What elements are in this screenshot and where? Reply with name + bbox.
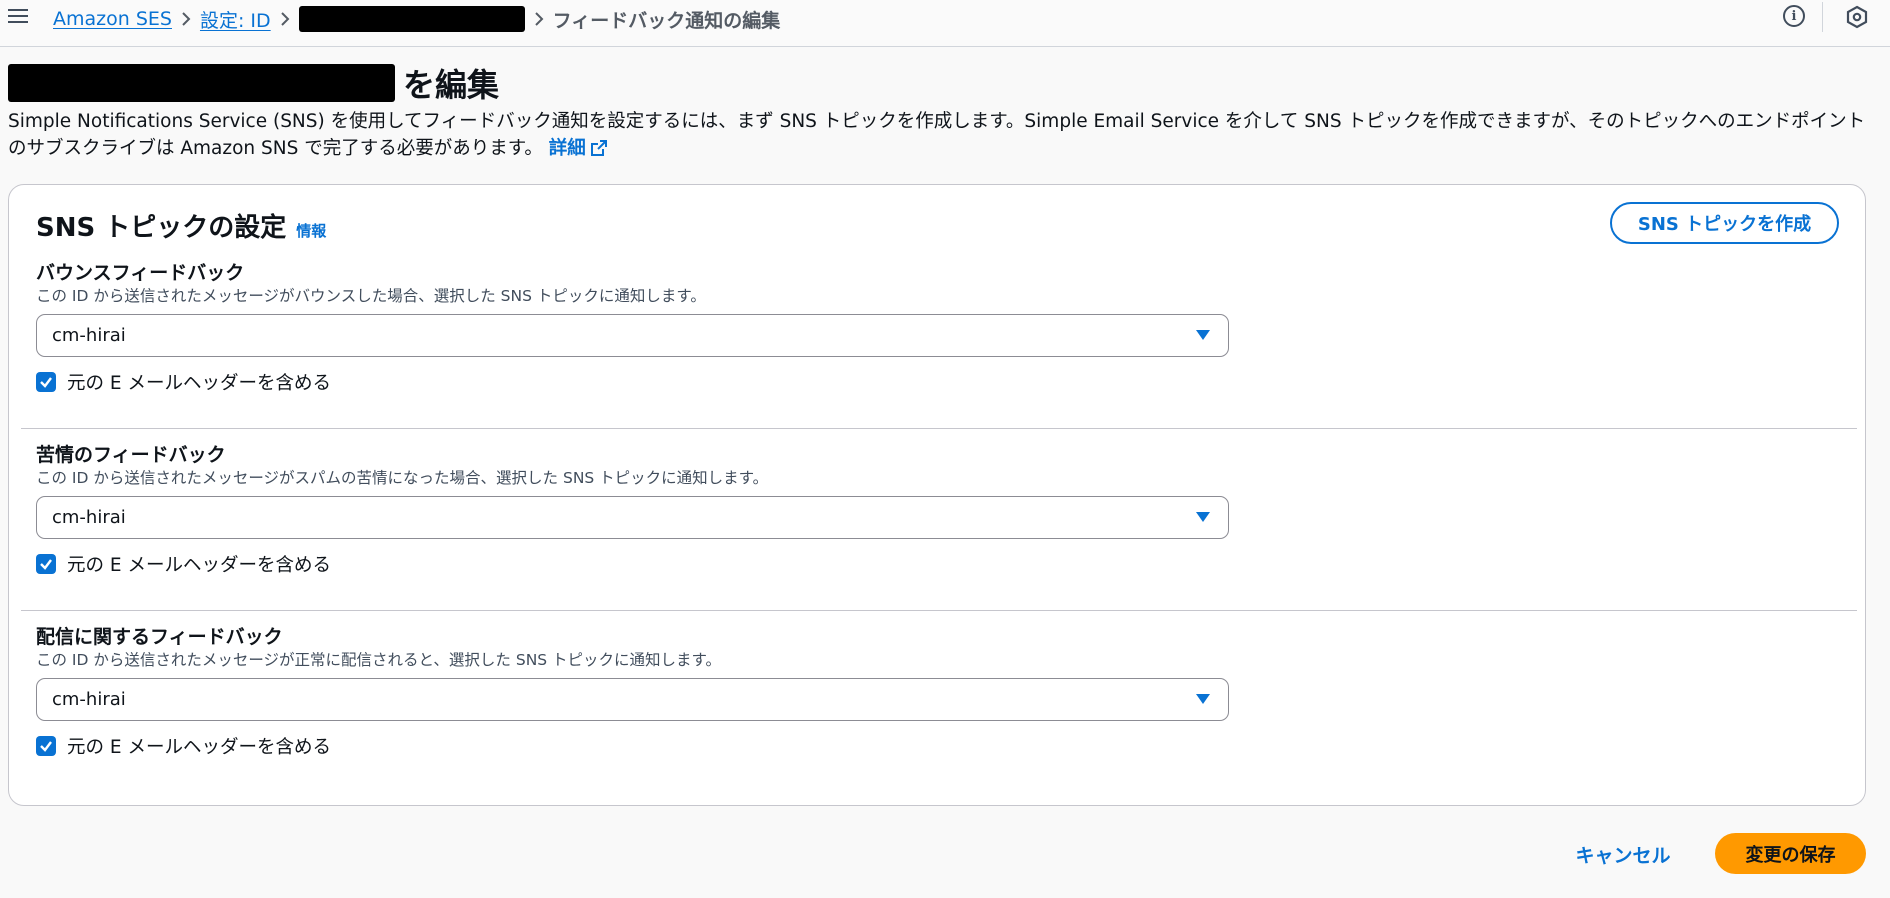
- info-link[interactable]: 情報: [296, 220, 326, 241]
- bounce-feedback-section: バウンスフィードバック この ID から送信されたメッセージがバウンスした場合、…: [36, 261, 1836, 394]
- bounce-include-headers-label: 元の E メールヘッダーを含める: [67, 373, 331, 394]
- section-divider: [21, 610, 1857, 611]
- complaint-include-headers-label: 元の E メールヘッダーを含める: [67, 555, 331, 576]
- breadcrumb-amazon-ses[interactable]: Amazon SES: [53, 8, 172, 30]
- complaint-topic-select[interactable]: cm-hirai: [36, 496, 1229, 539]
- caret-down-icon: [1196, 694, 1210, 704]
- bounce-feedback-description: この ID から送信されたメッセージがバウンスした場合、選択した SNS トピッ…: [36, 287, 706, 305]
- checkbox-checked-icon[interactable]: [36, 372, 56, 392]
- complaint-feedback-label: 苦情のフィードバック: [36, 444, 226, 466]
- divider: [1822, 2, 1823, 32]
- delivery-topic-select[interactable]: cm-hirai: [36, 678, 1229, 721]
- settings-hexagon-icon[interactable]: [1845, 5, 1869, 29]
- chevron-right-icon: [172, 12, 200, 26]
- chevron-right-icon: [525, 12, 553, 26]
- page-title-text: を編集: [403, 66, 500, 104]
- delivery-feedback-label: 配信に関するフィードバック: [36, 626, 283, 648]
- card-title: SNS トピックの設定: [36, 213, 287, 243]
- bounce-topic-value: cm-hirai: [52, 325, 126, 346]
- complaint-feedback-section: 苦情のフィードバック この ID から送信されたメッセージがスパムの苦情になった…: [36, 443, 1836, 576]
- delivery-feedback-description: この ID から送信されたメッセージが正常に配信されると、選択した SNS トピ…: [36, 651, 722, 669]
- bounce-topic-select[interactable]: cm-hirai: [36, 314, 1229, 357]
- complaint-include-headers[interactable]: 元の E メールヘッダーを含める: [36, 551, 331, 577]
- complaint-topic-value: cm-hirai: [52, 507, 126, 528]
- info-circle-icon[interactable]: i: [1783, 5, 1805, 27]
- delivery-include-headers[interactable]: 元の E メールヘッダーを含める: [36, 733, 331, 759]
- sns-topic-settings-card: SNS トピックの設定 情報 SNS トピックを作成 バウンスフィードバック こ…: [8, 184, 1866, 806]
- breadcrumb-redacted-identity[interactable]: [298, 6, 525, 32]
- external-link-icon: [590, 140, 607, 156]
- bounce-feedback-label: バウンスフィードバック: [36, 262, 245, 284]
- caret-down-icon: [1196, 330, 1210, 340]
- create-sns-topic-button[interactable]: SNS トピックを作成: [1610, 202, 1839, 244]
- breadcrumb: Amazon SES 設定: ID フィードバック通知の編集: [53, 6, 780, 32]
- section-divider: [21, 428, 1857, 429]
- learn-more-link[interactable]: 詳細: [549, 138, 608, 159]
- cancel-button[interactable]: キャンセル: [1568, 836, 1678, 872]
- redacted-identity-name: [8, 64, 395, 102]
- checkbox-checked-icon[interactable]: [36, 554, 56, 574]
- complaint-feedback-description: この ID から送信されたメッセージがスパムの苦情になった場合、選択した SNS…: [36, 469, 769, 487]
- delivery-topic-value: cm-hirai: [52, 689, 126, 710]
- page-description: Simple Notifications Service (SNS) を使用して…: [8, 108, 1878, 162]
- caret-down-icon: [1196, 512, 1210, 522]
- breadcrumb-identity-settings[interactable]: 設定: ID: [200, 6, 271, 33]
- delivery-feedback-section: 配信に関するフィードバック この ID から送信されたメッセージが正常に配信され…: [36, 625, 1836, 758]
- save-changes-button[interactable]: 変更の保存: [1715, 833, 1866, 874]
- chevron-right-icon: [271, 12, 299, 26]
- menu-icon[interactable]: [8, 6, 28, 26]
- card-header: SNS トピックの設定 情報: [36, 207, 326, 244]
- bounce-include-headers[interactable]: 元の E メールヘッダーを含める: [36, 369, 331, 395]
- page-title: を編集: [8, 62, 499, 104]
- learn-more-label: 詳細: [548, 138, 586, 159]
- description-text: Simple Notifications Service (SNS) を使用して…: [8, 111, 1866, 159]
- breadcrumb-current: フィードバック通知の編集: [552, 9, 781, 32]
- delivery-include-headers-label: 元の E メールヘッダーを含める: [67, 737, 331, 758]
- top-navigation-bar: Amazon SES 設定: ID フィードバック通知の編集 i: [0, 0, 1890, 47]
- checkbox-checked-icon[interactable]: [36, 736, 56, 756]
